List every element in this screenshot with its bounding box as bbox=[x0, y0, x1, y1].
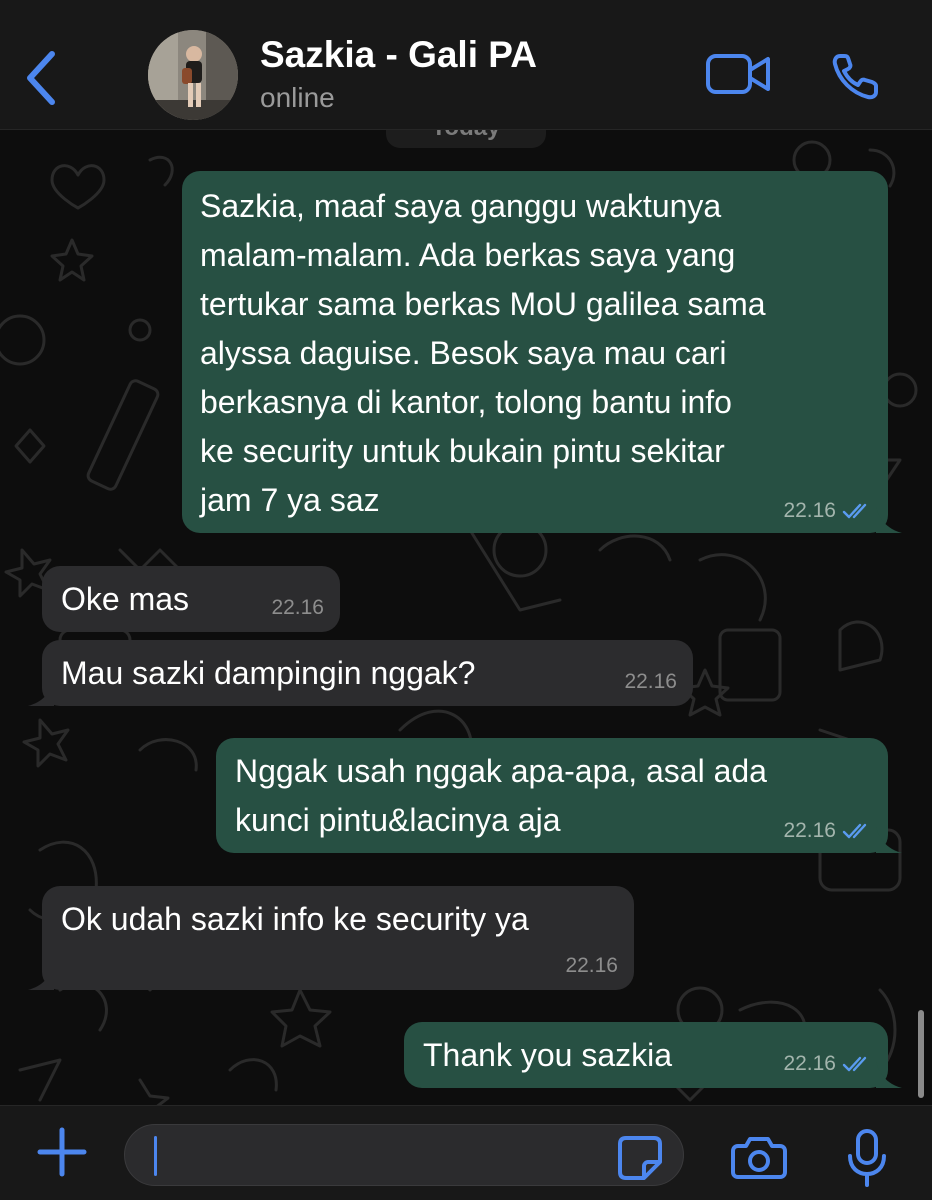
date-separator: Today bbox=[386, 130, 546, 148]
message-text-line: kunci pintu&lacinya aja bbox=[235, 802, 561, 838]
voice-call-button[interactable] bbox=[830, 50, 886, 102]
read-receipt-icon bbox=[842, 823, 867, 839]
bubble-tail bbox=[876, 1062, 902, 1088]
plus-icon bbox=[37, 1127, 87, 1177]
composer-bar bbox=[0, 1105, 932, 1200]
message-time: 22.16 bbox=[271, 596, 324, 619]
bubble-tail bbox=[876, 827, 902, 853]
message-time: 22.16 bbox=[783, 819, 836, 842]
message-text-line: Ok udah sazki info ke security ya bbox=[61, 901, 529, 937]
scrollbar[interactable] bbox=[918, 1010, 924, 1098]
message-time: 22.16 bbox=[624, 670, 677, 693]
message-time: 22.16 bbox=[783, 1052, 836, 1075]
outgoing-message[interactable]: Thank you sazkia 22.16 bbox=[404, 1022, 902, 1088]
bubble-tail bbox=[876, 507, 902, 533]
message-text-line: Mau sazki dampingin nggak? bbox=[61, 655, 476, 691]
message-text-line: berkasnya di kantor, tolong bantu info bbox=[200, 384, 732, 420]
message-meta: 22.16 bbox=[565, 954, 618, 978]
video-camera-icon bbox=[706, 54, 770, 94]
message-text-line: Nggak usah nggak apa-apa, asal ada bbox=[235, 753, 767, 789]
read-receipt-icon bbox=[842, 503, 867, 519]
incoming-message[interactable]: Ok udah sazki info ke security ya 22.16 bbox=[28, 886, 634, 990]
bubble-tail bbox=[28, 680, 54, 706]
avatar-photo bbox=[148, 30, 238, 120]
text-cursor bbox=[154, 1136, 157, 1176]
message-text-line: tertukar sama berkas MoU galilea sama bbox=[200, 286, 766, 322]
incoming-message[interactable]: Mau sazki dampingin nggak? 22.16 bbox=[28, 640, 693, 706]
chat-area[interactable]: Today Sazkia, maaf saya ganggu waktunya … bbox=[0, 130, 932, 1105]
incoming-message[interactable]: Oke mas 22.16 bbox=[42, 566, 340, 632]
chevron-left-icon bbox=[27, 51, 55, 105]
message-text-line: Sazkia, maaf saya ganggu waktunya bbox=[200, 188, 722, 224]
message-meta: 22.16 bbox=[783, 819, 872, 843]
read-receipt-icon bbox=[842, 1056, 867, 1072]
voice-message-button[interactable] bbox=[846, 1128, 888, 1188]
message-text-line: alyssa daguise. Besok saya mau cari bbox=[200, 335, 727, 371]
chat-header: Sazkia - Gali PA online bbox=[0, 0, 932, 130]
avatar[interactable] bbox=[148, 30, 238, 120]
message-time: 22.16 bbox=[565, 954, 618, 977]
outgoing-message[interactable]: Nggak usah nggak apa-apa, asal ada kunci… bbox=[216, 738, 902, 853]
contact-name[interactable]: Sazkia - Gali PA bbox=[260, 34, 537, 76]
phone-icon bbox=[832, 54, 878, 100]
message-meta: 22.16 bbox=[624, 670, 677, 694]
microphone-icon bbox=[848, 1129, 886, 1187]
sticker-icon bbox=[618, 1136, 662, 1180]
message-meta: 22.16 bbox=[783, 1052, 872, 1076]
message-text-line: ke security untuk bukain pintu sekitar bbox=[200, 433, 725, 469]
outgoing-message[interactable]: Sazkia, maaf saya ganggu waktunya malam-… bbox=[182, 171, 902, 533]
video-call-button[interactable] bbox=[704, 50, 772, 98]
message-time: 22.16 bbox=[783, 499, 836, 522]
camera-icon bbox=[731, 1137, 787, 1179]
message-text-line: malam-malam. Ada berkas saya yang bbox=[200, 237, 736, 273]
back-button[interactable] bbox=[18, 40, 68, 112]
contact-status: online bbox=[260, 82, 335, 113]
message-meta: 22.16 bbox=[783, 499, 872, 523]
message-input[interactable] bbox=[124, 1124, 684, 1186]
sticker-button[interactable] bbox=[616, 1134, 664, 1182]
attach-button[interactable] bbox=[36, 1126, 88, 1178]
message-text-line: jam 7 ya saz bbox=[200, 482, 380, 518]
message-meta: 22.16 bbox=[271, 596, 324, 620]
camera-button[interactable] bbox=[730, 1134, 788, 1180]
bubble-tail bbox=[28, 964, 54, 990]
